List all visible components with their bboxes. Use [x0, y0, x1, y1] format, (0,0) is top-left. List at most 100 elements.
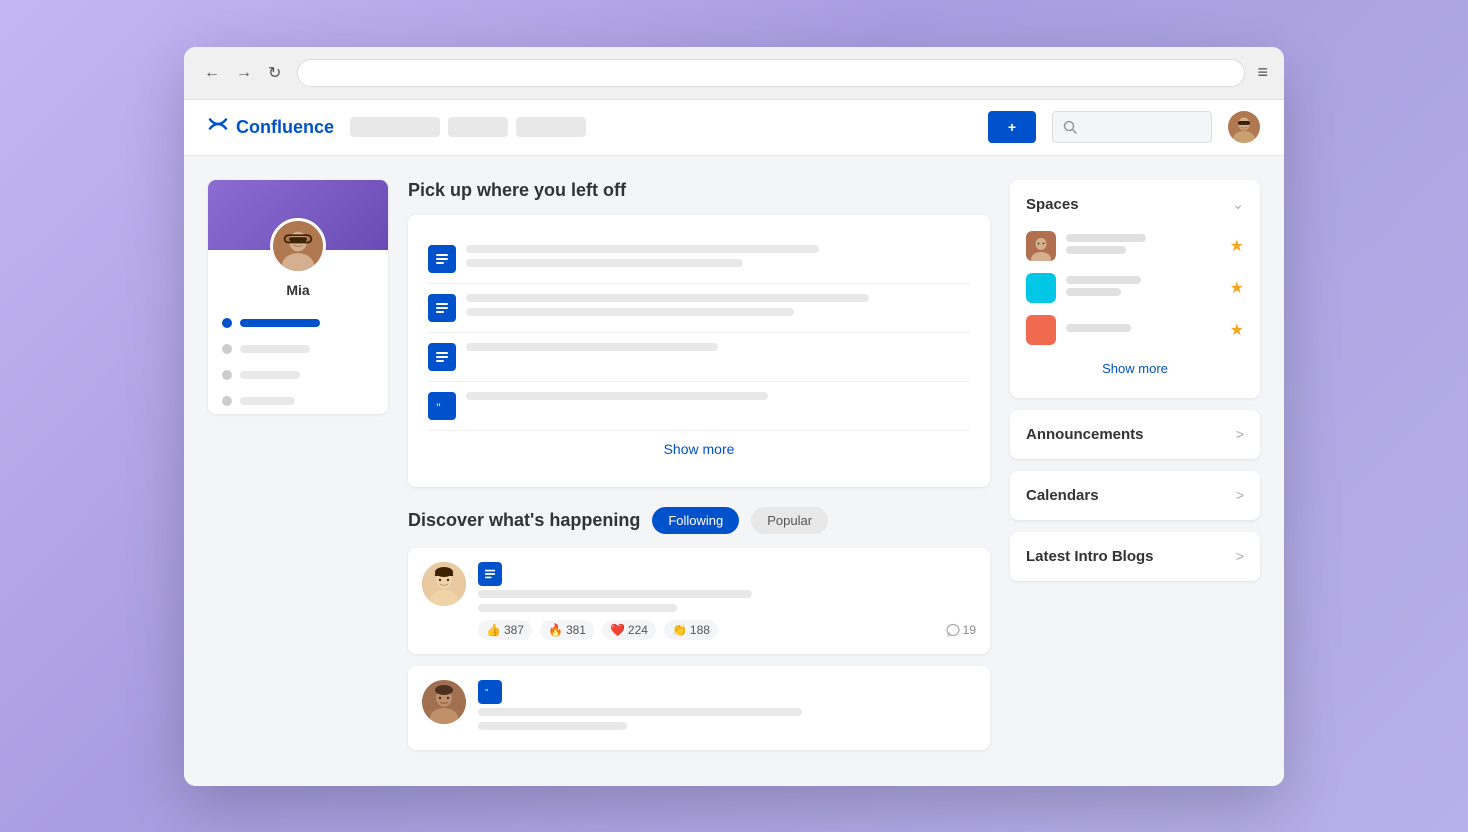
spaces-title: Spaces	[1026, 196, 1079, 213]
nav-pill-2[interactable]	[448, 117, 508, 137]
create-plus-icon: +	[1008, 119, 1016, 135]
post-1-reactions: 👍 387 🔥 381 ❤️ 224 👏	[478, 620, 976, 640]
nav-pill-3[interactable]	[516, 117, 586, 137]
create-button[interactable]: +	[988, 111, 1036, 143]
browser-chrome: ← → ↻ ≡	[184, 47, 1284, 100]
profile-text-line-1	[240, 345, 310, 353]
doc-icon-4: "	[428, 392, 456, 420]
recent-item-4: "	[428, 382, 970, 431]
discover-section-title: Discover what's happening	[408, 510, 640, 531]
refresh-button[interactable]: ↻	[264, 61, 285, 85]
space-icon-1	[1026, 231, 1056, 261]
profile-avatar-wrap	[208, 218, 388, 274]
post-2-content: "	[478, 680, 976, 736]
nav-pill-1[interactable]	[350, 117, 440, 137]
center-content: Pick up where you left off	[408, 180, 990, 762]
profile-menu-item-3[interactable]	[208, 362, 388, 388]
fire-count: 381	[566, 623, 586, 637]
space-1-line-2	[1066, 246, 1126, 254]
space-3-star-icon[interactable]: ★	[1230, 320, 1244, 340]
heart-emoji: ❤️	[610, 623, 625, 637]
user-avatar-header[interactable]	[1228, 111, 1260, 143]
reaction-heart[interactable]: ❤️ 224	[602, 620, 656, 640]
calendars-chevron-icon: >	[1236, 487, 1244, 503]
space-item-3[interactable]: ★	[1026, 309, 1244, 351]
profile-menu-item-2[interactable]	[208, 336, 388, 362]
logo-link[interactable]: Confluence	[208, 114, 334, 140]
post-2-doc-icon: "	[478, 680, 502, 704]
spaces-card-header: Spaces ⌄	[1026, 196, 1244, 213]
profile-name: Mia	[208, 274, 388, 310]
post-1-avatar	[422, 562, 466, 606]
profile-text-line-3	[240, 397, 295, 405]
url-bar[interactable]	[297, 59, 1245, 87]
search-bar[interactable]	[1052, 111, 1212, 143]
browser-menu-icon[interactable]: ≡	[1257, 62, 1268, 83]
following-tab[interactable]: Following	[652, 507, 739, 534]
app-header: Confluence +	[184, 100, 1284, 156]
profile-dot-inactive-1	[222, 344, 232, 354]
text-line-1a	[466, 245, 819, 253]
profile-avatar[interactable]	[270, 218, 326, 274]
doc-icon-1	[428, 245, 456, 273]
heart-count: 224	[628, 623, 648, 637]
profile-bar-active	[240, 319, 320, 327]
post-1-doc-icon	[478, 562, 502, 586]
space-item-2[interactable]: ★	[1026, 267, 1244, 309]
space-item-1[interactable]: ★	[1026, 225, 1244, 267]
reaction-fire[interactable]: 🔥 381	[540, 620, 594, 640]
text-line-4a	[466, 392, 768, 400]
comment-badge-1[interactable]: 19	[946, 623, 976, 637]
popular-tab[interactable]: Popular	[751, 507, 828, 534]
text-line-2b	[466, 308, 794, 316]
space-1-star-icon[interactable]: ★	[1230, 236, 1244, 256]
text-line-1b	[466, 259, 743, 267]
profile-sidebar: Mia	[208, 180, 388, 414]
profile-menu-item-1[interactable]	[208, 310, 388, 336]
announcements-chevron-icon: >	[1236, 426, 1244, 442]
announcements-card[interactable]: Announcements >	[1010, 410, 1260, 459]
space-icon-3	[1026, 315, 1056, 345]
post-1-line-1	[478, 590, 752, 598]
discover-post-1: 👍 387 🔥 381 ❤️ 224 👏	[408, 548, 990, 654]
svg-text:": "	[436, 400, 441, 413]
post-1-content: 👍 387 🔥 381 ❤️ 224 👏	[478, 562, 976, 640]
svg-text:": "	[485, 688, 489, 698]
recent-item-1	[428, 235, 970, 284]
space-1-line-1	[1066, 234, 1146, 242]
browser-nav: ← → ↻	[200, 61, 285, 85]
text-line-3a	[466, 343, 718, 351]
back-button[interactable]: ←	[200, 62, 224, 84]
logo-text: Confluence	[236, 117, 334, 138]
space-2-star-icon[interactable]: ★	[1230, 278, 1244, 298]
recent-card: " Show more	[408, 215, 990, 487]
space-3-line-1	[1066, 324, 1131, 332]
latest-intro-blogs-card[interactable]: Latest Intro Blogs >	[1010, 532, 1260, 581]
profile-menu-item-4[interactable]	[208, 388, 388, 414]
latest-intro-blogs-chevron-icon: >	[1236, 548, 1244, 564]
text-lines-2	[466, 294, 970, 322]
reaction-thumbsup[interactable]: 👍 387	[478, 620, 532, 640]
spaces-card: Spaces ⌄	[1010, 180, 1260, 398]
show-more-recent-button[interactable]: Show more	[428, 431, 970, 467]
recent-item-2	[428, 284, 970, 333]
clap-emoji: 👏	[672, 623, 687, 637]
comment-count-1: 19	[963, 623, 976, 637]
recent-item-3	[428, 333, 970, 382]
main-content: Mia Pick up where you left off	[184, 156, 1284, 786]
profile-dot-inactive-2	[222, 370, 232, 380]
reaction-clap[interactable]: 👏 188	[664, 620, 718, 640]
announcements-title: Announcements	[1026, 426, 1144, 443]
nav-pills	[350, 117, 972, 137]
spaces-show-more-button[interactable]: Show more	[1026, 355, 1244, 382]
post-2-line-2	[478, 722, 627, 730]
right-sidebar: Spaces ⌄	[1010, 180, 1260, 762]
text-lines-1	[466, 245, 970, 273]
calendars-card[interactable]: Calendars >	[1010, 471, 1260, 520]
profile-text-line-2	[240, 371, 300, 379]
doc-icon-2	[428, 294, 456, 322]
forward-button[interactable]: →	[232, 62, 256, 84]
post-1-line-2	[478, 604, 677, 612]
doc-icon-3	[428, 343, 456, 371]
calendars-title: Calendars	[1026, 487, 1099, 504]
